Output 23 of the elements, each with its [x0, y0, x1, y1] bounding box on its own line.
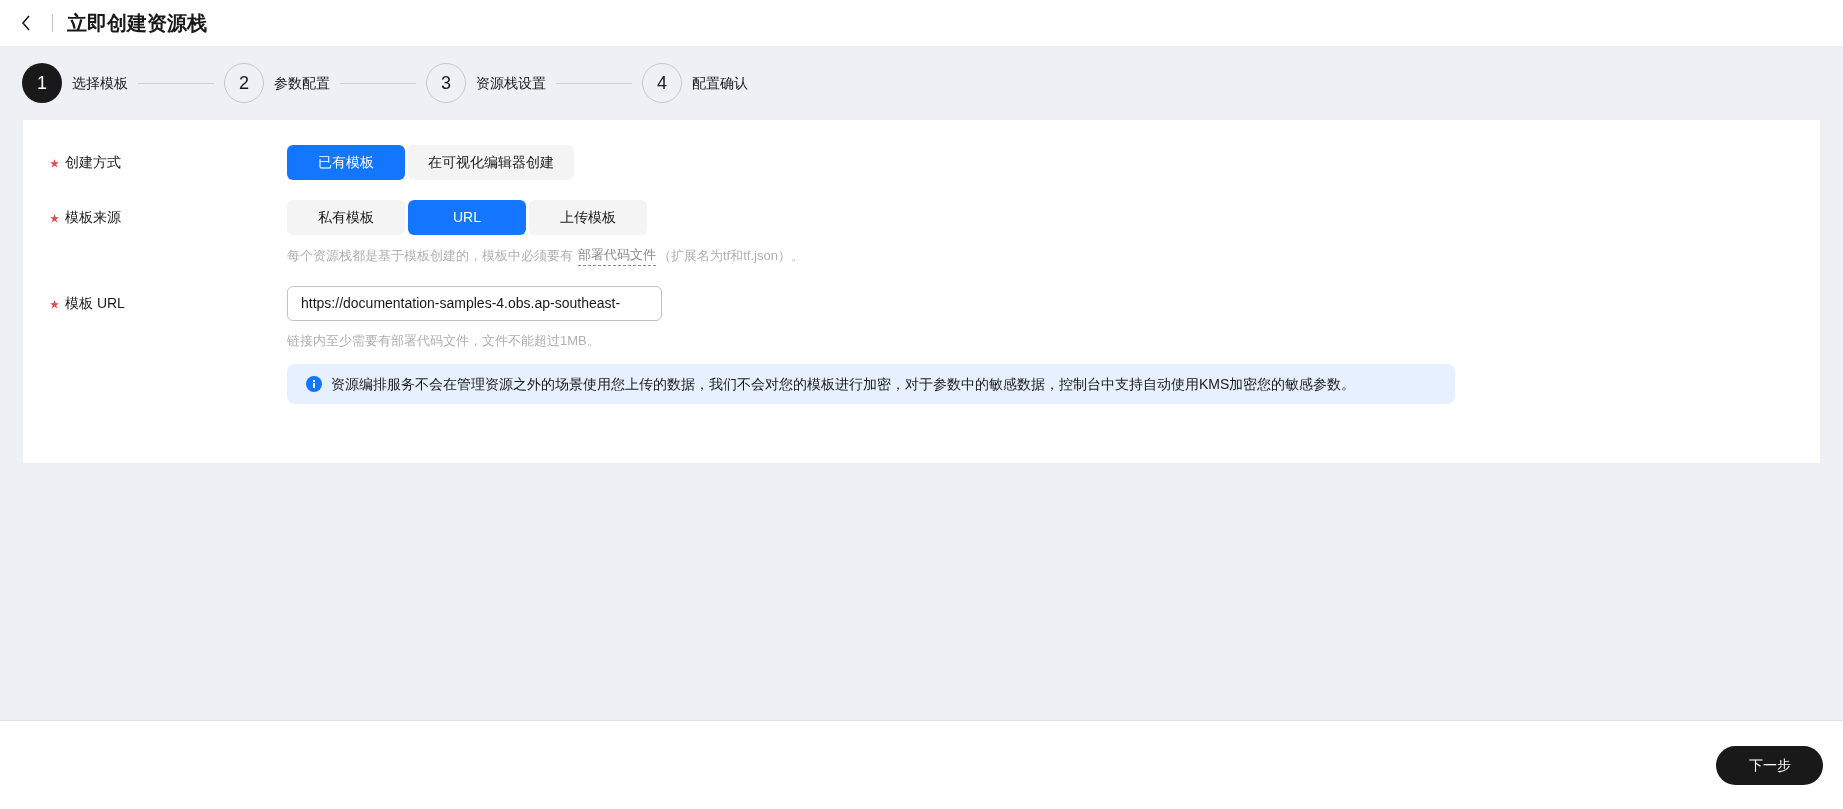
step-label: 配置确认	[692, 73, 748, 93]
step-label: 资源栈设置	[476, 73, 546, 93]
back-icon	[21, 15, 31, 31]
next-button[interactable]: 下一步	[1716, 745, 1823, 785]
field-label: 创建方式	[65, 153, 121, 171]
info-text: 资源编排服务不会在管理资源之外的场景使用您上传的数据，我们不会对您的模板进行加密，对于参数中的敏感数据，控制台中支持自动使用KMS加密您的敏感参数。	[331, 374, 1356, 394]
url-input[interactable]: https://documentation-samples-4.obs.ap-southeast-	[287, 285, 662, 321]
option-button[interactable]: 上传模板	[529, 200, 647, 235]
page-title: 立即创建资源栈	[67, 11, 207, 36]
field-label: 模板来源	[65, 208, 121, 226]
step-number: 1	[22, 63, 62, 103]
info-icon	[306, 376, 322, 392]
step-label: 参数配置	[274, 73, 330, 93]
help-text: 每个资源栈都是基于模板创建的，模板中必须要有	[287, 246, 573, 265]
option-button[interactable]: 在可视化编辑器创建	[408, 145, 574, 180]
option-button[interactable]: 私有模板	[287, 200, 405, 235]
help-text: （扩展名为tf和tf.json）。	[658, 246, 804, 265]
option-button[interactable]: URL	[408, 200, 526, 235]
step-label: 选择模板	[72, 73, 128, 93]
help-text: 链接内至少需要有部署代码文件，文件不能超过1MB。	[287, 331, 600, 350]
option-button[interactable]: 已有模板	[287, 145, 405, 180]
field-label: 模板 URL	[65, 293, 125, 312]
help-link[interactable]: 部署代码文件	[578, 245, 656, 266]
